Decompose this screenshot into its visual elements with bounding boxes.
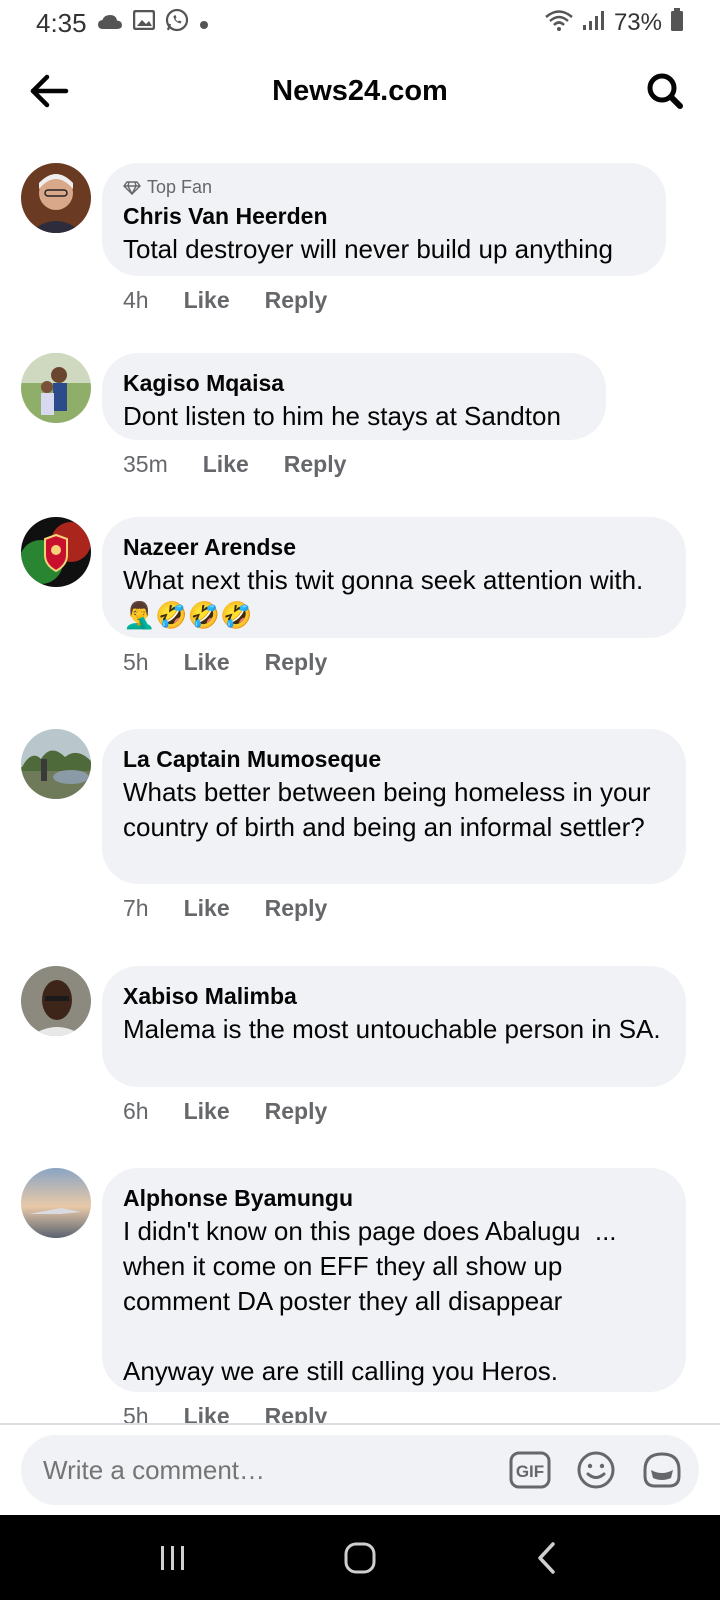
like-button[interactable]: Like bbox=[184, 287, 230, 314]
status-time: 4:35 bbox=[36, 7, 87, 38]
status-right: 73% bbox=[544, 7, 684, 39]
comment-bubble: La Captain Mumoseque Whats better betwee… bbox=[102, 729, 686, 884]
recents-icon bbox=[161, 1545, 185, 1570]
back-button[interactable] bbox=[24, 66, 74, 116]
comment-time[interactable]: 5h bbox=[123, 649, 149, 676]
comment-time[interactable]: 6h bbox=[123, 1098, 149, 1125]
avatar[interactable] bbox=[21, 353, 91, 423]
avatar[interactable] bbox=[21, 1168, 91, 1238]
like-button[interactable]: Like bbox=[184, 1098, 230, 1125]
reply-button[interactable]: Reply bbox=[265, 1098, 328, 1125]
avatar[interactable] bbox=[21, 966, 91, 1036]
comment-text: Malema is the most untouchable person in… bbox=[123, 1014, 661, 1044]
like-button[interactable]: Like bbox=[184, 895, 230, 922]
sticker-icon bbox=[643, 1452, 681, 1488]
reply-button[interactable]: Reply bbox=[284, 451, 347, 478]
top-fan-badge: Top Fan bbox=[123, 177, 645, 198]
comment-actions: 4h Like Reply bbox=[123, 287, 327, 314]
search-button[interactable] bbox=[640, 66, 690, 116]
comment-actions: 5h Like Reply bbox=[123, 1403, 327, 1424]
status-left: 4:35 bbox=[36, 8, 209, 39]
like-button[interactable]: Like bbox=[203, 451, 249, 478]
signal-icon bbox=[582, 9, 606, 38]
comment-time[interactable]: 35m bbox=[123, 451, 168, 478]
comment-bubble: Alphonse Byamungu I didn't know on this … bbox=[102, 1168, 686, 1392]
sticker-button[interactable] bbox=[639, 1447, 685, 1493]
like-button[interactable]: Like bbox=[184, 1403, 230, 1424]
comment-bubble: Kagiso Mqaisa Dont listen to him he stay… bbox=[102, 353, 606, 440]
comment-actions: 5h Like Reply bbox=[123, 649, 327, 676]
search-icon bbox=[647, 73, 683, 109]
back-nav-icon bbox=[537, 1541, 555, 1574]
comment-actions: 6h Like Reply bbox=[123, 1098, 327, 1125]
comment-author[interactable]: Nazeer Arendse bbox=[123, 531, 665, 563]
gallery-icon bbox=[132, 9, 155, 37]
comment-bubble: Xabiso Malimba Malema is the most untouc… bbox=[102, 966, 686, 1087]
home-icon bbox=[344, 1542, 376, 1573]
comment-author[interactable]: Alphonse Byamungu bbox=[123, 1182, 665, 1214]
comment-bubble: Nazeer Arendse What next this twit gonna… bbox=[102, 517, 686, 638]
status-bar: 4:35 73% bbox=[0, 0, 720, 46]
comment-actions: 35m Like Reply bbox=[123, 451, 346, 478]
gif-label: GIF bbox=[516, 1462, 544, 1481]
recents-button[interactable] bbox=[143, 1528, 203, 1588]
diamond-icon bbox=[123, 180, 141, 195]
comment-text: What next this twit gonna seek attention… bbox=[123, 565, 651, 630]
comment-composer: GIF bbox=[21, 1435, 699, 1505]
top-fan-label: Top Fan bbox=[147, 177, 213, 197]
reply-button[interactable]: Reply bbox=[265, 1403, 328, 1424]
battery-icon bbox=[670, 7, 684, 39]
composer-icons: GIF bbox=[507, 1447, 685, 1493]
comment-time[interactable]: 4h bbox=[123, 287, 149, 314]
comment-author[interactable]: Kagiso Mqaisa bbox=[123, 367, 585, 399]
comment-author[interactable]: Xabiso Malimba bbox=[123, 980, 665, 1012]
gif-button[interactable]: GIF bbox=[507, 1447, 553, 1493]
comment-text: Total destroyer will never build up anyt… bbox=[123, 234, 613, 264]
page-header: News24.com bbox=[0, 46, 720, 136]
wifi-icon bbox=[544, 9, 574, 38]
avatar[interactable] bbox=[21, 163, 91, 233]
system-nav-bar bbox=[0, 1515, 720, 1600]
comment-text: Whats better between being homeless in y… bbox=[123, 777, 658, 842]
comment-time[interactable]: 7h bbox=[123, 895, 149, 922]
cloud-icon bbox=[97, 9, 123, 37]
comment-text: I didn't know on this page does Abalugu … bbox=[123, 1216, 617, 1386]
back-nav-button[interactable] bbox=[517, 1528, 577, 1588]
avatar[interactable] bbox=[21, 729, 91, 799]
page-title: News24.com bbox=[272, 74, 448, 107]
emoji-icon bbox=[577, 1451, 615, 1489]
comment-text: Dont listen to him he stays at Sandton bbox=[123, 401, 561, 431]
comment-author[interactable]: Chris Van Heerden bbox=[123, 200, 645, 232]
reply-button[interactable]: Reply bbox=[265, 649, 328, 676]
battery-percent: 73% bbox=[613, 9, 662, 36]
whatsapp-icon bbox=[165, 8, 189, 39]
emoji-button[interactable] bbox=[573, 1447, 619, 1493]
composer-divider bbox=[0, 1423, 720, 1425]
gif-icon: GIF bbox=[509, 1451, 551, 1489]
back-arrow-icon bbox=[30, 74, 69, 108]
comment-actions: 7h Like Reply bbox=[123, 895, 327, 922]
reply-button[interactable]: Reply bbox=[265, 287, 328, 314]
avatar[interactable] bbox=[21, 517, 91, 587]
comment-time[interactable]: 5h bbox=[123, 1403, 149, 1424]
comment-bubble: Top Fan Chris Van Heerden Total destroye… bbox=[102, 163, 666, 276]
reply-button[interactable]: Reply bbox=[265, 895, 328, 922]
comment-author[interactable]: La Captain Mumoseque bbox=[123, 743, 665, 775]
comment-input[interactable] bbox=[43, 1454, 507, 1486]
home-button[interactable] bbox=[330, 1528, 390, 1588]
comments-list: Top Fan Chris Van Heerden Total destroye… bbox=[0, 136, 720, 1424]
dot-icon bbox=[199, 9, 209, 37]
like-button[interactable]: Like bbox=[184, 649, 230, 676]
